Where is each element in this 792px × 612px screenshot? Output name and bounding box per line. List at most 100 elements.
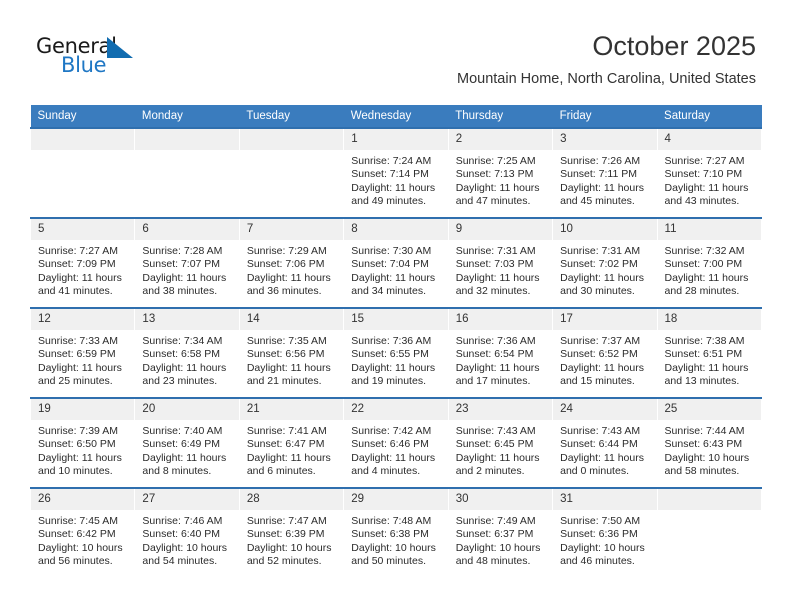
calendar-day-cell[interactable]: 5 Sunrise: 7:27 AM Sunset: 7:09 PM Daylight… [29,217,136,308]
day-number: 1 [344,129,448,150]
title-block: October 2025 Mountain Home, North Caroli… [457,30,756,88]
sunrise-text: Sunrise: 7:30 AM [351,245,432,257]
daylight-text-line1: Daylight: 11 hours [560,451,644,464]
calendar-day-cell-empty [29,127,136,218]
daylight-text-line2: and 30 minutes. [560,284,635,297]
sunset-text: Sunset: 6:40 PM [142,528,221,541]
calendar-day-cell[interactable]: 1 Sunrise: 7:24 AM Sunset: 7:14 PM Daylight… [343,127,449,218]
sunset-text: Sunset: 6:37 PM [455,528,534,541]
daylight-text-line1: Daylight: 11 hours [142,451,227,464]
daylight-text-line2: and 46 minutes. [560,554,635,567]
calendar-day-cell[interactable]: 14 Sunrise: 7:35 AM Sunset: 6:56 PM Dayligh… [238,307,345,398]
weekday-header-row: Sunday Monday Tuesday Wednesday Thursday… [30,105,762,128]
daylight-text-line1: Daylight: 11 hours [246,271,331,284]
calendar-day-cell[interactable]: 12 Sunrise: 7:33 AM Sunset: 6:59 PM Dayligh… [29,307,136,398]
day-number [239,129,344,150]
day-details: Sunrise: 7:36 AM Sunset: 6:54 PM Daylight:… [449,330,552,388]
day-details: Sunrise: 7:39 AM Sunset: 6:50 PM Daylight:… [31,420,134,478]
calendar-day-cell[interactable]: 4 Sunrise: 7:27 AM Sunset: 7:10 PM Daylight… [656,127,763,218]
day-details: Sunrise: 7:30 AM Sunset: 7:04 PM Daylight:… [344,240,447,298]
sunrise-text: Sunrise: 7:36 AM [351,335,432,347]
day-details: Sunrise: 7:27 AM Sunset: 7:09 PM Daylight:… [31,240,134,298]
calendar-day-cell[interactable]: 29 Sunrise: 7:48 AM Sunset: 6:38 PM Dayligh… [343,487,449,577]
daylight-text-line1: Daylight: 11 hours [560,271,644,284]
calendar-day-cell[interactable]: 21 Sunrise: 7:41 AM Sunset: 6:47 PM Dayligh… [238,397,345,488]
daylight-text-line2: and 34 minutes. [351,284,426,297]
sunset-text: Sunset: 7:02 PM [560,258,638,271]
day-number: 21 [239,399,344,420]
sunset-text: Sunset: 6:52 PM [560,348,638,361]
calendar-day-cell[interactable]: 3 Sunrise: 7:26 AM Sunset: 7:11 PM Daylight… [552,127,658,218]
daylight-text-line2: and 0 minutes. [560,464,629,477]
calendar-day-cell[interactable]: 31 Sunrise: 7:50 AM Sunset: 6:36 PM Dayligh… [552,487,658,577]
sunrise-text: Sunrise: 7:41 AM [246,425,327,437]
calendar-day-cell[interactable]: 23 Sunrise: 7:43 AM Sunset: 6:45 PM Dayligh… [447,397,554,488]
day-number: 15 [344,309,448,330]
daylight-text-line1: Daylight: 11 hours [664,361,749,374]
daylight-text-line1: Daylight: 10 hours [38,541,123,554]
day-number: 7 [239,219,344,240]
calendar-day-cell[interactable]: 15 Sunrise: 7:36 AM Sunset: 6:55 PM Dayligh… [343,307,449,398]
calendar-day-cell[interactable]: 26 Sunrise: 7:45 AM Sunset: 6:42 PM Dayligh… [29,487,136,577]
daylight-text-line2: and 36 minutes. [246,284,322,297]
calendar-day-cell[interactable]: 2 Sunrise: 7:25 AM Sunset: 7:13 PM Daylight… [447,127,554,218]
calendar-day-cell[interactable]: 10 Sunrise: 7:31 AM Sunset: 7:02 PM Dayligh… [552,217,658,308]
day-details: Sunrise: 7:42 AM Sunset: 6:46 PM Daylight:… [344,420,447,478]
calendar-day-cell[interactable]: 13 Sunrise: 7:34 AM Sunset: 6:58 PM Dayligh… [134,307,240,398]
sunset-text: Sunset: 6:55 PM [351,348,429,361]
daylight-text-line2: and 4 minutes. [351,464,421,477]
daylight-text-line2: and 45 minutes. [560,194,635,207]
daylight-text-line1: Daylight: 11 hours [38,361,122,374]
sunrise-text: Sunrise: 7:47 AM [246,515,327,527]
calendar-body: 1 Sunrise: 7:24 AM Sunset: 7:14 PM Daylight… [29,127,763,577]
calendar-day-cell[interactable]: 20 Sunrise: 7:40 AM Sunset: 6:49 PM Dayligh… [134,397,240,488]
daylight-text-line2: and 43 minutes. [664,194,740,207]
page-header: General Blue October 2025 Mountain Home,… [0,0,792,100]
calendar-day-cell[interactable]: 24 Sunrise: 7:43 AM Sunset: 6:44 PM Dayligh… [552,397,658,488]
calendar-day-cell[interactable]: 11 Sunrise: 7:32 AM Sunset: 7:00 PM Dayligh… [656,217,763,308]
calendar-day-cell[interactable]: 7 Sunrise: 7:29 AM Sunset: 7:06 PM Daylight… [238,217,345,308]
calendar-day-cell[interactable]: 28 Sunrise: 7:47 AM Sunset: 6:39 PM Dayligh… [238,487,345,577]
calendar-day-cell[interactable]: 9 Sunrise: 7:31 AM Sunset: 7:03 PM Daylight… [447,217,554,308]
calendar-day-cell[interactable]: 18 Sunrise: 7:38 AM Sunset: 6:51 PM Dayligh… [656,307,763,398]
day-number: 18 [657,309,761,330]
calendar-week-row: 26 Sunrise: 7:45 AM Sunset: 6:42 PM Dayligh… [29,487,763,577]
calendar-day-cell[interactable]: 27 Sunrise: 7:46 AM Sunset: 6:40 PM Dayligh… [134,487,240,577]
sunset-text: Sunset: 6:51 PM [664,348,743,361]
sunset-text: Sunset: 6:59 PM [38,348,116,361]
daylight-text-line1: Daylight: 11 hours [38,271,122,284]
day-number: 12 [31,309,135,330]
sunset-text: Sunset: 7:14 PM [351,168,429,181]
calendar-day-cell[interactable]: 8 Sunrise: 7:30 AM Sunset: 7:04 PM Daylight… [343,217,449,308]
sunrise-text: Sunrise: 7:25 AM [455,155,536,167]
calendar-day-cell[interactable]: 22 Sunrise: 7:42 AM Sunset: 6:46 PM Dayligh… [343,397,449,488]
daylight-text-line1: Daylight: 11 hours [351,271,436,284]
daylight-text-line2: and 47 minutes. [455,194,531,207]
calendar-day-cell[interactable]: 19 Sunrise: 7:39 AM Sunset: 6:50 PM Dayligh… [29,397,136,488]
day-number: 14 [239,309,344,330]
calendar-day-cell[interactable]: 16 Sunrise: 7:36 AM Sunset: 6:54 PM Dayligh… [447,307,554,398]
calendar-day-cell[interactable]: 30 Sunrise: 7:49 AM Sunset: 6:37 PM Dayligh… [447,487,554,577]
day-details: Sunrise: 7:49 AM Sunset: 6:37 PM Daylight:… [449,510,552,568]
sunrise-text: Sunrise: 7:26 AM [560,155,641,167]
sunrise-text: Sunrise: 7:24 AM [351,155,432,167]
day-details: Sunrise: 7:25 AM Sunset: 7:13 PM Daylight:… [449,150,552,208]
calendar-day-cell[interactable]: 6 Sunrise: 7:28 AM Sunset: 7:07 PM Daylight… [134,217,240,308]
sunrise-text: Sunrise: 7:31 AM [455,245,536,257]
sunset-text: Sunset: 6:46 PM [351,438,429,451]
daylight-text-line2: and 13 minutes. [664,374,740,387]
calendar-day-cell[interactable]: 25 Sunrise: 7:44 AM Sunset: 6:43 PM Dayligh… [656,397,763,488]
day-details: Sunrise: 7:43 AM Sunset: 6:45 PM Daylight:… [449,420,552,478]
sunset-text: Sunset: 6:44 PM [560,438,638,451]
day-number: 17 [553,309,657,330]
day-number: 3 [553,129,657,150]
weekday-header-sunday: Sunday [30,105,135,128]
sunset-text: Sunset: 6:39 PM [246,528,325,541]
daylight-text-line1: Daylight: 11 hours [351,361,436,374]
calendar-page: General Blue October 2025 Mountain Home,… [0,0,792,612]
calendar-day-cell[interactable]: 17 Sunrise: 7:37 AM Sunset: 6:52 PM Dayligh… [552,307,658,398]
daylight-text-line1: Daylight: 10 hours [351,541,436,554]
daylight-text-line1: Daylight: 11 hours [142,361,227,374]
daylight-text-line2: and 28 minutes. [664,284,740,297]
daylight-text-line2: and 58 minutes. [664,464,740,477]
